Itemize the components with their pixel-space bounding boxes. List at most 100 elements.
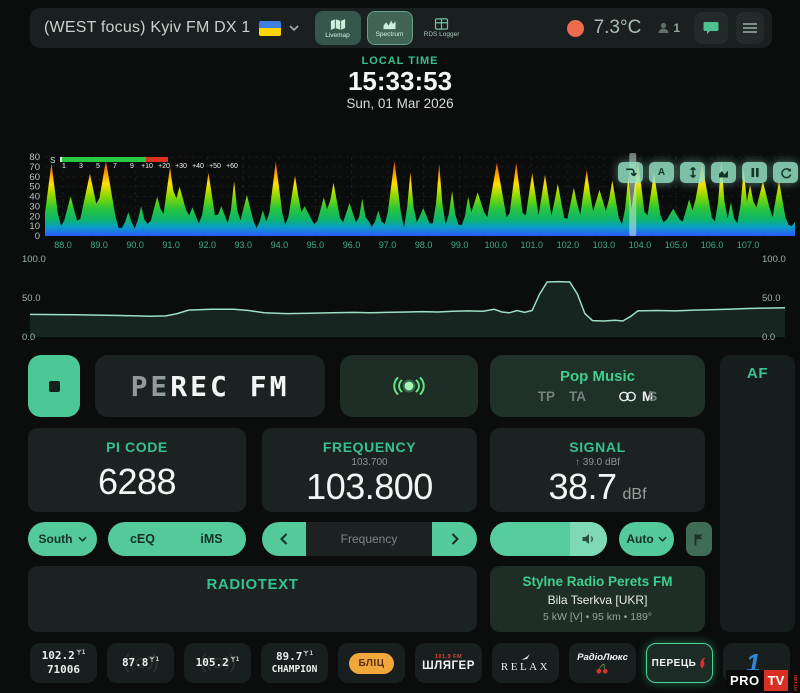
- volume-handle[interactable]: [570, 522, 607, 556]
- signal-value: 38.7: [548, 468, 616, 506]
- antenna-dropdown[interactable]: South: [28, 522, 97, 556]
- watermark-net: NET.UA: [793, 675, 798, 691]
- signal-box: SIGNAL ↑ 39.0 dBf 38.7 dBf: [490, 428, 705, 512]
- spectrum-x-tick: 98.0: [415, 240, 433, 250]
- chat-button[interactable]: [694, 12, 728, 44]
- af-list-panel: AF: [720, 355, 795, 632]
- spectrum-x-tick: 99.0: [451, 240, 469, 250]
- volume-slider[interactable]: [490, 522, 607, 556]
- chevron-down-icon: [289, 25, 299, 31]
- header-bar: (WEST focus) Kyiv FM DX 1 Livemap Spectr…: [30, 8, 772, 48]
- radiotext-label: RADIOTEXT: [28, 576, 477, 593]
- rds-flags: TP TA MS: [538, 389, 658, 404]
- s-meter-tick: 9: [130, 163, 134, 170]
- map-icon: [330, 18, 346, 31]
- preset-89.7[interactable]: 89.71CHAMPION: [261, 643, 328, 683]
- preset-ПЕРЕЦЬ[interactable]: ПЕРЕЦЬ: [646, 643, 713, 683]
- listener-count: 1: [657, 21, 680, 35]
- rds-logger-label: RDS Logger: [424, 31, 460, 38]
- vertical-zoom-button[interactable]: [680, 162, 705, 183]
- signal-graph-label: 50.0: [762, 293, 781, 304]
- spectrum-button[interactable]: Spectrum: [367, 11, 413, 45]
- preset-RELAX[interactable]: RELAX: [492, 643, 559, 683]
- antenna-indicator: 1: [76, 649, 86, 657]
- menu-button[interactable]: [736, 12, 764, 44]
- ps-name-bright: REC FM: [170, 370, 289, 403]
- graph-mode-button[interactable]: [711, 162, 736, 183]
- livemap-label: Livemap: [325, 32, 350, 39]
- pro-tv-watermark: 1 PRO TV NET.UA: [726, 650, 796, 693]
- local-time-value: 15:33:53: [0, 67, 800, 96]
- preset-ШЛЯГЕР[interactable]: 101.9 FMШЛЯГЕР: [415, 643, 482, 683]
- spectrum-x-tick: 102.0: [557, 240, 580, 250]
- frequency-input[interactable]: [306, 522, 432, 556]
- auto-scale-button[interactable]: A: [649, 162, 674, 183]
- ims-toggle[interactable]: iMS: [177, 532, 246, 546]
- spectrum-x-tick: 94.0: [271, 240, 289, 250]
- preset-РадіоЛюкс[interactable]: РадіоЛюкс: [569, 643, 636, 683]
- report-flag-button[interactable]: [686, 522, 712, 556]
- signal-history-graph: 100.0100.050.050.00.00.0: [0, 252, 800, 344]
- ps-name-dim: PE: [131, 370, 171, 403]
- livemap-button[interactable]: Livemap: [315, 11, 361, 45]
- spectrum-x-tick: 103.0: [593, 240, 616, 250]
- s-meter-tick: 7: [113, 163, 117, 170]
- chevron-left-icon: [280, 533, 288, 545]
- broadcast-icon: [391, 375, 427, 397]
- s-meter-tick: 3: [79, 163, 83, 170]
- record-button[interactable]: [28, 355, 80, 417]
- ceq-toggle[interactable]: cEQ: [108, 532, 177, 546]
- tune-up-button[interactable]: [432, 522, 477, 556]
- s-meter-tick: +50: [209, 163, 221, 170]
- spectrum-x-tick: 100.0: [484, 240, 507, 250]
- chevron-down-icon: [78, 536, 87, 542]
- stop-icon: [49, 381, 60, 392]
- pause-button[interactable]: [742, 162, 767, 183]
- s-meter-tick: 1: [62, 163, 66, 170]
- refresh-mode-dropdown[interactable]: Auto: [619, 522, 674, 556]
- station-name: Stylne Radio Perets FM: [522, 574, 672, 589]
- spectrum-x-tick: 89.0: [90, 240, 108, 250]
- preset-87.8[interactable]: 87.81: [107, 643, 174, 683]
- spectrum-y-tick: 0: [35, 231, 40, 242]
- shlyager-logo: ШЛЯГЕР: [422, 660, 475, 672]
- radio-lux-logo: РадіоЛюкс: [577, 652, 628, 663]
- tp-flag: TP: [538, 389, 555, 404]
- s-meter-tick: +40: [192, 163, 204, 170]
- preset-105.2[interactable]: 105.21: [184, 643, 251, 683]
- cherries-icon: [595, 663, 610, 674]
- rds-logger-button[interactable]: RDS Logger: [419, 11, 465, 45]
- server-select-dropdown[interactable]: (WEST focus) Kyiv FM DX 1: [44, 19, 299, 37]
- pty-box: Pop Music TP TA MS: [490, 355, 705, 417]
- spectrum-x-tick: 91.0: [162, 240, 180, 250]
- s-meter-tick: +30: [175, 163, 187, 170]
- pi-code-box: PI CODE 6288: [28, 428, 246, 512]
- audio-play-button[interactable]: [340, 355, 478, 417]
- chevron-right-icon: [451, 533, 459, 545]
- relax-logo: RELAX: [501, 661, 550, 673]
- bird-icon: [521, 654, 531, 661]
- chevron-down-icon: [658, 536, 667, 542]
- spectrum-x-tick: 96.0: [343, 240, 361, 250]
- frequency-label: FREQUENCY: [323, 439, 416, 455]
- s-meter: S 13579+10+20+30+40+50+60: [50, 156, 260, 172]
- pi-code-value: 6288: [98, 463, 176, 501]
- spectrum-graph: 8070605040302010088.089.090.091.092.093.…: [0, 148, 800, 254]
- table-icon: [434, 18, 449, 30]
- flag-icon: [693, 533, 705, 546]
- refresh-button[interactable]: [773, 162, 798, 183]
- status-dot: [567, 20, 584, 37]
- tune-down-button[interactable]: [262, 522, 306, 556]
- antenna-indicator: 1: [149, 656, 159, 664]
- s-meter-tick: +60: [226, 163, 238, 170]
- eq-ims-group: cEQ iMS: [108, 522, 246, 556]
- af-label: AF: [720, 365, 795, 382]
- snap-to-peak-button[interactable]: [618, 162, 643, 183]
- radiotext-box: RADIOTEXT: [28, 566, 477, 632]
- spectrum-x-tick: 105.0: [665, 240, 688, 250]
- frequency-box: FREQUENCY 103.700 103.800: [262, 428, 477, 512]
- preset-102.2[interactable]: 102.2171006: [30, 643, 97, 683]
- local-time-widget: LOCAL TIME 15:33:53 Sun, 01 Mar 2026: [0, 55, 800, 111]
- user-icon: [657, 22, 670, 34]
- preset-БЛІЦ[interactable]: БЛІЦ: [338, 643, 405, 683]
